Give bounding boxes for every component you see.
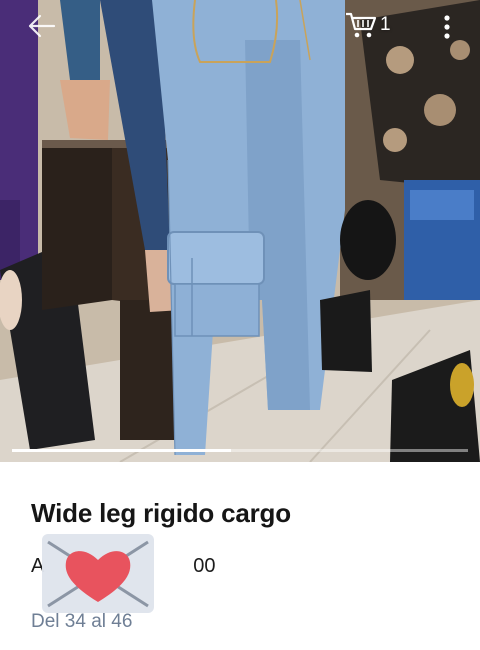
image-carousel-indicator — [12, 449, 468, 452]
overflow-menu-button[interactable] — [436, 12, 458, 42]
envelope-heart-icon — [42, 534, 154, 613]
shopping-cart-icon — [346, 12, 377, 38]
product-photo[interactable]: 1 — [0, 0, 480, 462]
product-size-range: Del 34 al 46 — [31, 611, 133, 632]
more-vertical-icon — [444, 15, 450, 39]
product-title: Wide leg rigido cargo — [31, 498, 291, 528]
cart-button[interactable] — [344, 10, 378, 40]
carousel-indicator-thumb — [12, 449, 231, 452]
cart-count-badge: 1 — [380, 14, 391, 35]
favorite-overlay-button[interactable] — [42, 534, 154, 613]
back-button[interactable] — [26, 12, 56, 40]
arrow-left-icon — [28, 14, 56, 38]
jeans-photo-illustration — [0, 0, 480, 462]
top-app-bar: 1 — [0, 0, 480, 52]
